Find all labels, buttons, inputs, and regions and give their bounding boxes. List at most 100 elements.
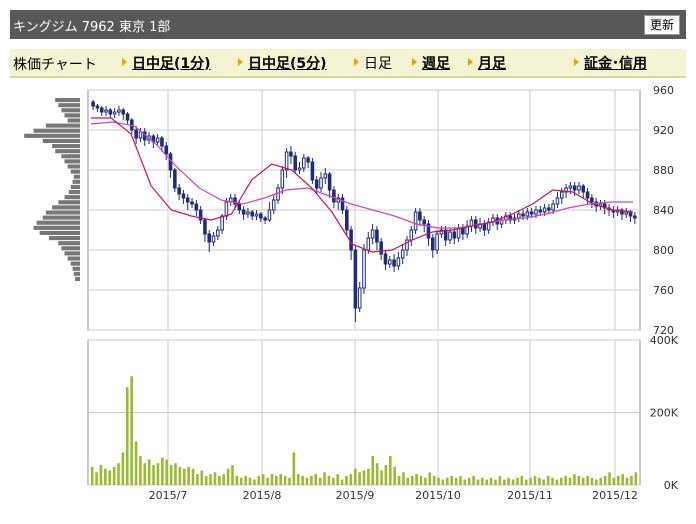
volume-bar xyxy=(634,472,638,485)
candle-body xyxy=(482,223,487,231)
volume-bar xyxy=(117,463,120,485)
candle-body xyxy=(422,219,426,225)
candle-body xyxy=(203,219,207,235)
volume-bar xyxy=(336,474,340,485)
volume-profile-bar xyxy=(33,128,80,133)
candle-body xyxy=(568,185,573,189)
volume-bar xyxy=(156,463,160,485)
candle-body xyxy=(254,213,259,217)
candle-body xyxy=(443,229,448,241)
volume-bar xyxy=(555,479,559,485)
volume-bar xyxy=(441,479,445,485)
volume-bar xyxy=(257,475,261,485)
volume-bar xyxy=(283,475,287,485)
volume-bar xyxy=(121,452,125,485)
volume-bar xyxy=(419,475,423,485)
candle-body xyxy=(250,211,255,217)
volume-bar xyxy=(476,479,480,485)
candle-body xyxy=(185,197,190,203)
volume-bar xyxy=(318,477,322,485)
candle-body xyxy=(181,193,186,199)
volume-bar xyxy=(388,456,392,485)
volume-bar xyxy=(551,477,554,485)
candle-body xyxy=(263,217,267,221)
candle-body xyxy=(357,287,362,309)
volume-bar xyxy=(481,477,484,485)
volume-bar xyxy=(200,470,204,485)
volume-bar xyxy=(485,479,489,485)
candle-body xyxy=(284,151,289,171)
volume-bar xyxy=(621,474,624,485)
volume-bar xyxy=(275,475,278,485)
volume-bar xyxy=(546,475,550,485)
volume-bar xyxy=(616,475,620,485)
candle-body xyxy=(160,137,164,147)
volume-profile-bar xyxy=(67,164,80,169)
candle-body xyxy=(418,211,422,221)
volume-profile-bar xyxy=(58,200,80,205)
candle-body xyxy=(413,211,418,231)
volume-bar xyxy=(533,475,537,485)
volume-bar xyxy=(213,472,217,485)
volume-bar xyxy=(573,474,576,485)
volume-profile-bar xyxy=(64,195,80,200)
volume-bar xyxy=(231,465,234,485)
volume-bar xyxy=(362,470,366,485)
price-y-tick-label: 920 xyxy=(653,124,674,137)
candle-body xyxy=(134,129,138,139)
candle-body xyxy=(276,187,280,201)
volume-bar xyxy=(450,475,453,485)
candle-body xyxy=(207,233,212,243)
candle-body xyxy=(173,169,177,189)
candle-body xyxy=(340,197,345,211)
candle-body xyxy=(624,211,629,215)
price-y-tick-label: 760 xyxy=(653,284,674,297)
volume-bar xyxy=(288,477,291,485)
x-tick-label: 2015/10 xyxy=(415,489,461,502)
volume-bar xyxy=(603,475,607,485)
volume-bar xyxy=(375,463,379,485)
volume-profile-bar xyxy=(70,184,80,189)
candle-body xyxy=(633,215,637,219)
volume-bar xyxy=(331,477,335,485)
volume-profile-bar xyxy=(49,236,80,241)
candle-body xyxy=(396,257,401,267)
volume-bar xyxy=(296,474,300,485)
volume-bar xyxy=(266,477,269,485)
candle-body xyxy=(293,155,298,171)
candle-body xyxy=(237,203,242,211)
volume-bar xyxy=(358,472,361,485)
volume-bar xyxy=(125,387,129,485)
volume-y-tick-label: 400K xyxy=(650,334,679,347)
volume-bar xyxy=(340,479,344,485)
candle-body xyxy=(521,213,525,217)
candle-body xyxy=(117,109,121,113)
volume-bar xyxy=(415,474,418,485)
volume-bar xyxy=(248,477,252,485)
candle-body xyxy=(224,201,229,217)
candle-body xyxy=(220,215,224,231)
candle-body xyxy=(190,201,194,205)
volume-bar xyxy=(222,474,226,485)
candle-body xyxy=(91,101,95,107)
volume-bar xyxy=(270,474,274,485)
candle-body xyxy=(194,203,199,211)
volume-bar xyxy=(292,452,296,485)
candle-body xyxy=(585,191,590,199)
volume-profile-bar xyxy=(45,123,80,128)
volume-profile-bar xyxy=(72,266,80,271)
volume-bar xyxy=(406,477,410,485)
volume-bar xyxy=(568,477,572,485)
volume-bar xyxy=(581,477,585,485)
volume-profile-bar xyxy=(72,179,80,184)
volume-profile-bar xyxy=(67,118,80,123)
candle-body xyxy=(104,109,108,113)
volume-bar xyxy=(196,474,199,485)
candle-body xyxy=(542,207,547,213)
candle-body xyxy=(112,111,117,115)
volume-bar xyxy=(520,475,524,485)
volume-profile-bar xyxy=(45,210,80,215)
x-tick-label: 2015/12 xyxy=(592,489,638,502)
volume-bar xyxy=(345,475,348,485)
candle-body xyxy=(362,249,366,289)
